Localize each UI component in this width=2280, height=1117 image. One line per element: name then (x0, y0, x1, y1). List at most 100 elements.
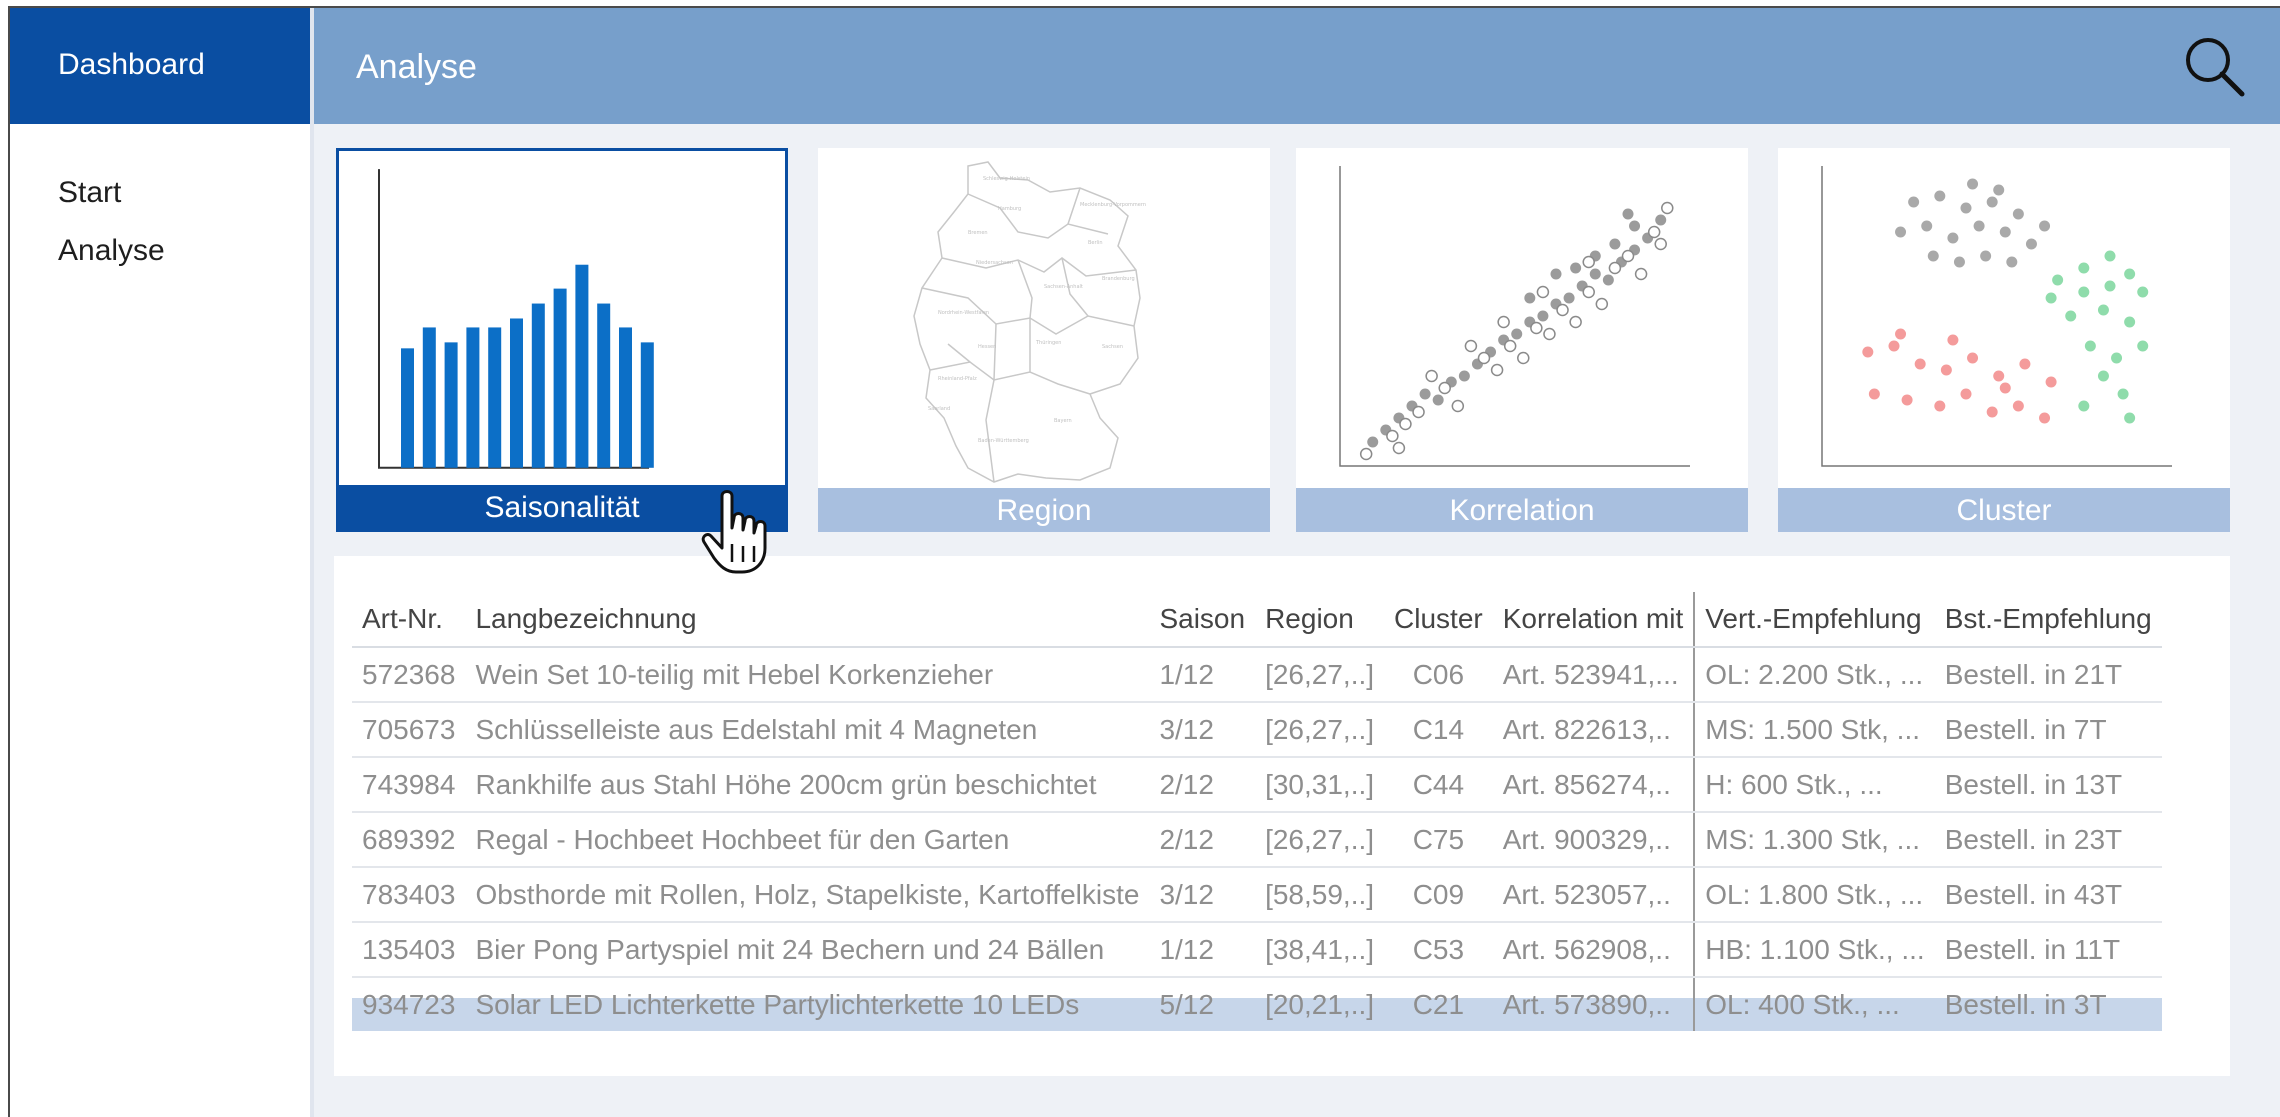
correlation-point-1 (1359, 447, 1373, 461)
correlation-point-0 (1550, 268, 1562, 280)
correlation-point-0 (1609, 238, 1621, 250)
sidebar-item-analyse[interactable]: Analyse (58, 234, 165, 268)
col-header-langbezeichnung[interactable]: Langbezeichnung (465, 592, 1150, 648)
table-row[interactable]: 705673 Schlüsselleiste aus Edelstahl mit … (352, 702, 2162, 758)
cluster-point-0 (1986, 196, 1998, 208)
cluster-point-0 (1973, 220, 1985, 232)
correlation-point-1 (1425, 369, 1438, 383)
dashboard-brand[interactable]: Dashboard (10, 8, 310, 124)
table-cell: Bestell. in 23T (1934, 812, 2162, 868)
cluster-point-2 (2078, 286, 2090, 298)
table-cell: Solar LED Lichterkette Partylichterkette… (465, 977, 1150, 1031)
correlation-point-1 (1569, 315, 1582, 329)
cluster-scatter-chart (1821, 166, 2172, 467)
table-cell: OL: 400 Stk., ... (1693, 977, 1935, 1031)
table-row[interactable]: 572368 Wein Set 10-teilig mit Hebel Korke… (352, 647, 2162, 703)
correlation-point-1 (1582, 255, 1595, 269)
cluster-point-0 (2039, 220, 2051, 232)
table-row[interactable]: 934723 Solar LED Lichterkette Partylichte… (352, 977, 2162, 1031)
cluster-point-2 (2097, 370, 2109, 382)
bar-month-8 (553, 288, 567, 468)
cluster-point-1 (1940, 364, 1952, 376)
card-cluster[interactable]: Cluster (1778, 148, 2230, 532)
cluster-point-2 (2084, 340, 2096, 352)
table-cell: MS: 1.500 Stk, ... (1693, 702, 1935, 758)
map-region-label: Berlin (1088, 240, 1103, 246)
col-header-korrelation[interactable]: Korrelation mit (1492, 592, 1695, 648)
col-header-art-nr[interactable]: Art-Nr. (352, 592, 466, 648)
cluster-point-1 (1947, 334, 1959, 346)
table-cell: 2/12 (1149, 757, 1256, 813)
correlation-point-1 (1556, 303, 1569, 317)
table-cell: Art. 562908,.. (1492, 922, 1695, 978)
correlation-point-1 (1503, 339, 1517, 353)
correlation-point-1 (1621, 249, 1635, 263)
map-region-label: Nordrhein-Westfalen (938, 310, 989, 316)
table-row[interactable]: 783403 Obsthorde mit Rollen, Holz, Stapel… (352, 867, 2162, 923)
sidebar-item-start[interactable]: Start (58, 176, 121, 210)
correlation-point-0 (1622, 208, 1634, 220)
table-row[interactable]: 135403 Bier Pong Partyspiel mit 24 Becher… (352, 922, 2162, 978)
table-row[interactable]: 743984 Rankhilfe aus Stahl Höhe 200cm grü… (352, 757, 2162, 813)
table-cell: Bestell. in 13T (1934, 757, 2162, 813)
cluster-point-2 (2078, 262, 2090, 274)
seasonality-bar-chart (378, 169, 654, 469)
cluster-point-2 (2065, 310, 2077, 322)
table-cell: 743984 (352, 757, 466, 813)
table-cell: [20,21,..] (1255, 977, 1385, 1031)
bar-month-6 (510, 318, 523, 468)
card-saisonalitaet[interactable]: Saisonalität (336, 148, 788, 532)
correlation-point-1 (1399, 417, 1412, 431)
correlation-point-0 (1655, 214, 1667, 226)
col-header-vert-empfehlung[interactable]: Vert.-Empfehlung (1693, 592, 1935, 648)
table-row[interactable]: 689392 Regal - Hochbeet Hochbeet für den … (352, 812, 2162, 868)
cluster-point-1 (1868, 388, 1880, 400)
bar-month-9 (575, 264, 589, 468)
correlation-point-1 (1490, 363, 1504, 377)
bar-month-1 (401, 348, 414, 468)
table-cell: [30,31,..] (1255, 757, 1385, 813)
bar-month-12 (640, 342, 654, 468)
correlation-point-0 (1629, 220, 1641, 232)
cluster-point-0 (1967, 178, 1979, 190)
correlation-point-1 (1517, 351, 1530, 365)
col-header-saison[interactable]: Saison (1149, 592, 1256, 648)
correlation-point-1 (1412, 405, 1425, 419)
correlation-point-1 (1530, 321, 1543, 335)
search-icon[interactable] (2182, 34, 2246, 98)
table-cell: Bestell. in 21T (1934, 647, 2162, 703)
sidebar: Start Analyse (10, 124, 310, 1117)
bar-month-3 (444, 342, 458, 468)
col-header-bst-empfehlung[interactable]: Bst.-Empfehlung (1934, 592, 2162, 648)
card-korrelation[interactable]: Korrelation (1296, 148, 1748, 532)
card-region[interactable]: Schleswig-Holstein Mecklenburg-Vorpommern… (818, 148, 1270, 532)
cluster-point-1 (1901, 394, 1913, 406)
cluster-point-1 (1999, 382, 2011, 394)
table-cell: HB: 1.100 Stk., ... (1693, 922, 1935, 978)
page-title: Analyse (356, 48, 477, 86)
correlation-point-1 (1543, 327, 1556, 341)
cluster-point-2 (2104, 250, 2116, 262)
cluster-point-2 (2052, 274, 2064, 286)
cluster-point-0 (1895, 226, 1907, 238)
table-cell: Wein Set 10-teilig mit Hebel Korkenziehe… (465, 647, 1150, 703)
bar-month-2 (422, 327, 436, 468)
cluster-point-1 (2039, 412, 2051, 424)
table-cell: OL: 1.800 Stk., ... (1693, 867, 1935, 923)
table-cell: 934723 (352, 977, 466, 1031)
correlation-point-1 (1464, 339, 1478, 353)
correlation-point-1 (1386, 429, 1399, 443)
correlation-point-1 (1497, 315, 1510, 329)
map-region-label: Niedersachsen (976, 260, 1013, 266)
table-cell: 135403 (352, 922, 466, 978)
table-cell: 783403 (352, 867, 466, 923)
cluster-point-2 (2078, 400, 2090, 412)
col-header-region[interactable]: Region (1255, 592, 1385, 648)
table-cell: 2/12 (1149, 812, 1256, 868)
correlation-point-1 (1582, 285, 1595, 299)
correlation-point-0 (1589, 268, 1601, 280)
col-header-cluster[interactable]: Cluster (1384, 592, 1493, 648)
cluster-point-2 (2124, 268, 2136, 280)
card-label: Korrelation (1296, 488, 1748, 532)
table-cell: 3/12 (1149, 867, 1256, 923)
